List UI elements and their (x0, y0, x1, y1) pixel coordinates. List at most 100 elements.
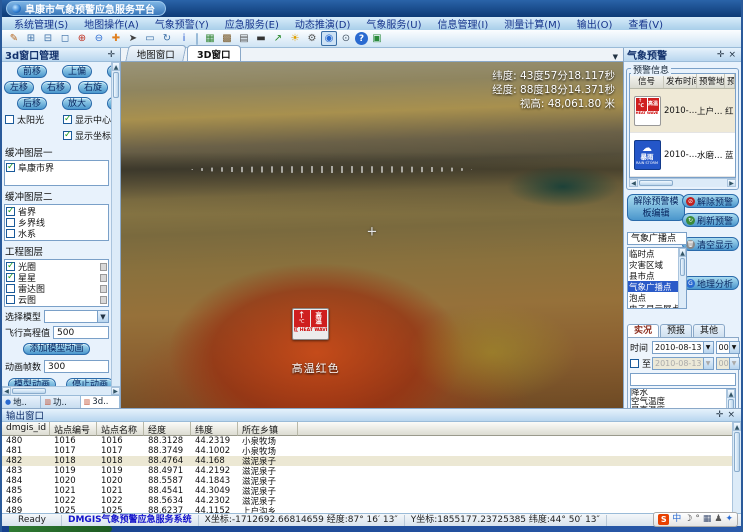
nav-button[interactable]: 右旋 (78, 81, 108, 94)
table-row[interactable]: 485 1021 1021 88.4541 44.3049 滋泥泉子 (2, 486, 732, 496)
tab-3d-window[interactable]: 3D窗口 (187, 45, 241, 61)
nav-button[interactable]: 左移 (4, 81, 34, 94)
table-row[interactable]: 481 1017 1017 88.3749 44.1002 小泉牧场 (2, 446, 732, 456)
edit-remove-template-button[interactable]: 解除预警模板编辑 (627, 194, 685, 221)
help-icon[interactable]: ? (355, 32, 368, 45)
separator[interactable] (196, 33, 198, 45)
hour-select[interactable]: 00▼ (716, 341, 740, 354)
date-select[interactable]: 2010-08-13▼ (652, 341, 714, 354)
zoom-in-icon[interactable]: ⊕ (74, 31, 90, 46)
select-arrow-icon[interactable]: ➤ (125, 31, 141, 46)
flight-height-input[interactable]: 500 (53, 326, 109, 339)
menu-item[interactable]: 气象预警(Y) (147, 16, 217, 31)
point-type-item[interactable]: 泡点 (628, 292, 678, 303)
output-vscroll[interactable]: ▲ (732, 422, 741, 513)
point-type-item[interactable]: 灾害区域 (628, 259, 678, 270)
sogou-icon[interactable]: S (658, 514, 669, 525)
pin-icon[interactable]: ✛ (105, 50, 117, 60)
column-header[interactable]: 预 (725, 74, 735, 88)
point-type-field[interactable]: 气象广播点 (627, 232, 687, 245)
nav-button[interactable]: 右移 (41, 81, 71, 94)
chevron-down-icon[interactable]: ▼ (703, 342, 713, 353)
table-row[interactable]: 484 1020 1020 88.5587 44.1843 滋泥泉子 (2, 476, 732, 486)
terrain-3d-view[interactable]: 纬度: 43度57分18.117秒 经度: 88度18分14.371秒 视高: … (121, 62, 623, 408)
pan-icon[interactable]: ✚ (108, 31, 124, 46)
show-center-checkbox[interactable]: 显示中心 (63, 113, 111, 126)
map-layer-icon[interactable]: ▦ (202, 31, 218, 46)
scroll-left-icon[interactable]: ◀ (629, 179, 638, 187)
export-icon[interactable]: ▣ (369, 31, 385, 46)
table-row[interactable]: 483 1019 1019 88.4971 44.2192 滋泥泉子 (2, 466, 732, 476)
warning-row-rain[interactable]: ☁ 暴雨 RAIN STORM 2010-… 水磨… 蓝 (630, 133, 735, 177)
column-header[interactable]: 所在乡镇 (238, 422, 298, 436)
menu-item[interactable]: 应急服务(E) (217, 16, 287, 31)
point-type-item[interactable]: 县市点 (628, 270, 678, 281)
menu-item[interactable]: 测量计算(M) (496, 16, 568, 31)
show-coords-checkbox[interactable]: 显示坐标 (63, 129, 111, 142)
zoom-window-icon[interactable]: ⊞ (23, 31, 39, 46)
wrench-icon[interactable]: ✦ (725, 513, 733, 526)
sunlight-checkbox[interactable]: 太阳光 (5, 113, 63, 126)
eye-icon[interactable]: ⊙ (338, 31, 354, 46)
scroll-left-icon[interactable]: ◀ (2, 387, 11, 395)
column-header[interactable]: 预警地区 (697, 74, 725, 88)
scroll-up-icon[interactable]: ▲ (733, 422, 741, 431)
table-row[interactable]: 482 1018 1018 88.4764 44.168 滋泥泉子 (2, 456, 732, 466)
menu-item[interactable]: 查看(V) (620, 16, 671, 31)
heat-wave-marker-icon[interactable]: ↑℃ 高温 红 HEAT WAVE (292, 308, 329, 340)
tab-functions[interactable]: ▥功.. (41, 396, 80, 408)
to-date-select[interactable]: 2010-08-13▼ (652, 357, 714, 370)
measure-icon[interactable]: ✎ (6, 31, 22, 46)
menu-item[interactable]: 动态推演(D) (287, 16, 359, 31)
menu-item[interactable]: 气象服务(U) (358, 16, 429, 31)
scroll-up-icon[interactable]: ▲ (112, 62, 120, 71)
selected-element-field[interactable] (630, 373, 736, 386)
column-header[interactable] (298, 422, 732, 436)
refresh-icon[interactable]: ↻ (159, 31, 175, 46)
vehicle-icon[interactable]: ▬ (253, 31, 269, 46)
geo-analysis-button[interactable]: G 地理分析 (682, 276, 739, 290)
pin-icon[interactable]: ✛ (714, 410, 726, 420)
column-header[interactable]: 发布时间 (664, 74, 697, 88)
zoom-out-icon[interactable]: ⊖ (91, 31, 107, 46)
scroll-right-icon[interactable]: ▶ (111, 387, 120, 395)
remove-warning-button[interactable]: ⊘ 解除预警 (682, 194, 739, 208)
close-icon[interactable]: × (726, 50, 738, 60)
column-header[interactable]: 站点名称 (97, 422, 144, 436)
to-checkbox[interactable]: 至 (630, 357, 650, 370)
print-icon[interactable]: ▤ (236, 31, 252, 46)
layer-mini-button[interactable] (100, 296, 107, 304)
punctuation-icon[interactable]: ° (695, 513, 700, 526)
frame-count-input[interactable]: 300 (44, 360, 109, 373)
tab-forecast[interactable]: 预报 (660, 324, 692, 337)
menu-item[interactable]: 地图操作(A) (76, 16, 147, 31)
table-row[interactable]: 489 1025 1025 88.6237 44.1152 上户沟乡 (2, 506, 732, 513)
tab-live[interactable]: 实况 (627, 324, 659, 337)
point-type-item[interactable]: 气象广播点 (628, 281, 678, 292)
point-type-item[interactable]: 电子显示屏点 (628, 303, 678, 309)
model-anim-button[interactable]: 模型动画 (8, 378, 56, 386)
point-list-vscroll[interactable]: ▲ (678, 248, 686, 308)
scroll-right-icon[interactable]: ▶ (727, 179, 736, 187)
model-select[interactable]: ▼ (44, 310, 109, 323)
pin-icon[interactable]: ✛ (715, 50, 727, 60)
zoom-select-icon[interactable]: ◻ (57, 31, 73, 46)
layer-checkbox-item[interactable]: 水系 (6, 228, 107, 239)
to-hour-select[interactable]: 00▼ (716, 357, 740, 370)
fly-icon[interactable]: ↗ (270, 31, 286, 46)
point-type-item[interactable]: 临时点 (628, 248, 678, 259)
menu-item[interactable]: 输出(O) (569, 16, 621, 31)
warning-row-heat[interactable]: ↑℃高温 HEAT WAVE 2010-… 上户… 红 (630, 89, 735, 133)
select-box-icon[interactable]: ▭ (142, 31, 158, 46)
layer-mini-button[interactable] (100, 274, 107, 282)
keyboard-icon[interactable]: ▦ (703, 513, 712, 526)
column-header[interactable]: 经度 (144, 422, 191, 436)
add-model-anim-button[interactable]: 添加模型动画 (23, 343, 89, 355)
menu-item[interactable]: 信息管理(I) (430, 16, 497, 31)
clear-display-button[interactable]: 🗑 清空显示 (682, 237, 739, 251)
column-header[interactable]: 纬度 (191, 422, 238, 436)
tab-list-dropdown-icon[interactable]: ▼ (613, 53, 618, 61)
layer-mini-button[interactable] (100, 285, 107, 293)
layer-mini-button[interactable] (100, 263, 107, 271)
chevron-down-icon[interactable]: ▼ (729, 342, 739, 353)
